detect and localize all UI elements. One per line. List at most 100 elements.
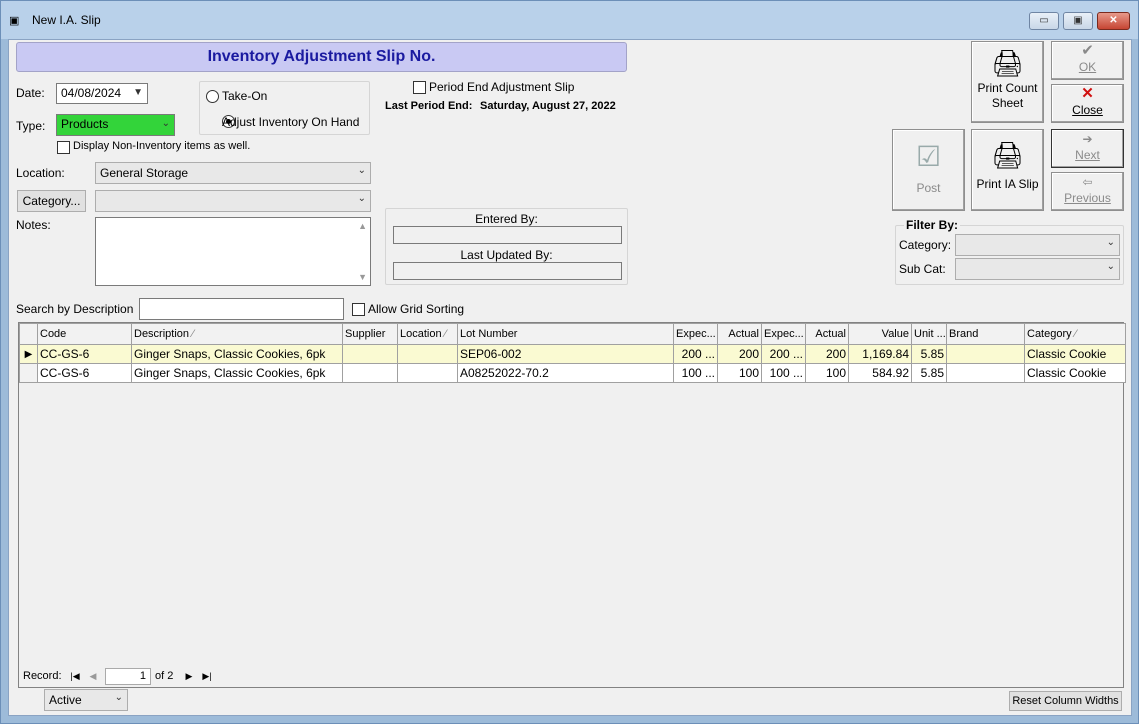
last-updated-by-field <box>393 262 622 280</box>
cell-value[interactable]: 1,169.84 <box>848 344 912 364</box>
first-record-icon[interactable]: |◀ <box>67 669 83 683</box>
clipboard-check-icon: ☑ <box>915 141 942 172</box>
column-header[interactable]: Code <box>37 323 132 345</box>
cell-actual[interactable]: 100 <box>717 363 762 383</box>
allow-grid-sorting-checkbox[interactable] <box>352 303 365 316</box>
filter-subcat-label: Sub Cat: <box>899 262 946 276</box>
column-header[interactable]: Expec... <box>761 323 806 345</box>
previous-button[interactable]: ⇦ Previous <box>1051 172 1124 211</box>
cell-expected-2[interactable]: 200 ... <box>761 344 806 364</box>
minimize-button[interactable]: ▭ <box>1029 12 1059 30</box>
search-input[interactable] <box>139 298 344 320</box>
cell-code[interactable]: CC-GS-6 <box>37 363 132 383</box>
close-button[interactable]: ✕ Close <box>1051 84 1124 123</box>
column-header[interactable]: Location ⁄ <box>397 323 458 345</box>
cell-unit[interactable]: 5.85 <box>911 344 947 364</box>
type-select[interactable]: Products ⌄ <box>56 114 175 136</box>
chevron-down-icon[interactable]: ⌄ <box>115 692 123 703</box>
data-grid[interactable]: Code Description ⁄ Supplier Location ⁄ L… <box>18 322 1126 688</box>
column-header[interactable]: Brand <box>946 323 1025 345</box>
chevron-down-icon[interactable]: ⌄ <box>358 165 366 176</box>
filter-subcat-select[interactable]: ⌄ <box>955 258 1120 280</box>
category-button[interactable]: Category... <box>17 190 86 212</box>
period-end-checkbox[interactable] <box>413 81 426 94</box>
close-window-button[interactable]: ✕ <box>1097 12 1130 30</box>
notes-textarea[interactable]: ▲ ▼ <box>95 217 371 286</box>
column-header[interactable]: Actual <box>805 323 849 345</box>
column-header-text: Location <box>400 328 442 340</box>
cell-description[interactable]: Ginger Snaps, Classic Cookies, 6pk <box>131 344 343 364</box>
cell-expected[interactable]: 200 ... <box>673 344 718 364</box>
entered-by-label: Entered By: <box>475 212 538 226</box>
adjust-inventory-label: Adjust Inventory On Hand <box>222 115 360 129</box>
column-header[interactable]: Category ⁄ <box>1024 323 1126 345</box>
cell-actual[interactable]: 200 <box>717 344 762 364</box>
cell-lot-number[interactable]: SEP06-002 <box>457 344 674 364</box>
cell-actual-2[interactable]: 200 <box>805 344 849 364</box>
filter-category-select[interactable]: ⌄ <box>955 234 1120 256</box>
last-record-icon[interactable]: ▶| <box>199 669 215 683</box>
cell-category[interactable]: Classic Cookie <box>1024 344 1126 364</box>
chevron-down-icon[interactable]: ⌄ <box>1107 237 1115 248</box>
scroll-down-icon[interactable]: ▼ <box>358 270 367 284</box>
next-record-icon[interactable]: ▶ <box>181 669 197 683</box>
cell-expected[interactable]: 100 ... <box>673 363 718 383</box>
cell-supplier[interactable] <box>342 344 398 364</box>
date-field[interactable]: 04/08/2024 ▼ <box>56 83 148 104</box>
chevron-down-icon[interactable]: ⌄ <box>1107 261 1115 272</box>
cell-unit[interactable]: 5.85 <box>911 363 947 383</box>
column-header[interactable]: Supplier <box>342 323 398 345</box>
cell-lot-number[interactable]: A08252022-70.2 <box>457 363 674 383</box>
table-row[interactable]: CC-GS-6 Ginger Snaps, Classic Cookies, 6… <box>19 363 1126 383</box>
prev-record-icon[interactable]: ◀ <box>85 669 101 683</box>
cell-location[interactable] <box>397 344 458 364</box>
period-end-label: Period End Adjustment Slip <box>429 80 575 94</box>
notes-label: Notes: <box>16 218 51 232</box>
title-bar: ▣ New I.A. Slip ▭ ▣ ✕ <box>1 1 1138 39</box>
column-header[interactable]: Actual <box>717 323 762 345</box>
ok-label: OK <box>1078 60 1097 74</box>
dropdown-arrow-icon[interactable]: ▼ <box>133 86 143 100</box>
app-icon: ▣ <box>9 15 20 27</box>
print-ia-slip-button[interactable]: 🖨 Print IA Slip <box>971 129 1044 211</box>
location-select[interactable]: General Storage ⌄ <box>95 162 371 184</box>
next-button[interactable]: ➔ Next <box>1051 129 1124 168</box>
chevron-down-icon[interactable]: ⌄ <box>358 193 366 204</box>
chevron-down-icon[interactable]: ⌄ <box>162 117 170 131</box>
ok-button[interactable]: ✔ OK <box>1051 41 1124 80</box>
cell-code[interactable]: CC-GS-6 <box>37 344 132 364</box>
post-button[interactable]: ☑ Post <box>892 129 965 211</box>
record-number-input[interactable]: 1 <box>105 668 151 685</box>
column-header[interactable]: Lot Number <box>457 323 674 345</box>
print-count-sheet-button[interactable]: 🖨 Print Count Sheet <box>971 41 1044 123</box>
next-label: Next <box>1075 148 1100 162</box>
checkmark-icon: ✔ <box>1081 42 1094 59</box>
maximize-button[interactable]: ▣ <box>1063 12 1093 30</box>
cell-brand[interactable] <box>946 363 1025 383</box>
cell-actual-2[interactable]: 100 <box>805 363 849 383</box>
category-select[interactable]: ⌄ <box>95 190 371 212</box>
cell-location[interactable] <box>397 363 458 383</box>
allow-grid-sorting-label: Allow Grid Sorting <box>368 302 465 316</box>
reset-column-widths-button[interactable]: Reset Column Widths <box>1009 691 1122 711</box>
print-count-sheet-label: Print Count Sheet <box>977 81 1038 110</box>
cell-supplier[interactable] <box>342 363 398 383</box>
cell-value[interactable]: 584.92 <box>848 363 912 383</box>
table-row[interactable]: ▶ CC-GS-6 Ginger Snaps, Classic Cookies,… <box>19 344 1126 364</box>
cell-category[interactable]: Classic Cookie <box>1024 363 1126 383</box>
column-header[interactable]: Value <box>848 323 912 345</box>
display-non-inventory-label: Display Non-Inventory items as well. <box>73 140 251 152</box>
sort-icon: ⁄ <box>444 328 447 340</box>
column-header[interactable]: Description ⁄ <box>131 323 343 345</box>
cell-expected-2[interactable]: 100 ... <box>761 363 806 383</box>
take-on-label: Take-On <box>222 89 268 103</box>
date-label: Date: <box>16 86 45 100</box>
status-select[interactable]: Active ⌄ <box>44 689 128 711</box>
column-header[interactable]: Unit ... <box>911 323 947 345</box>
scroll-up-icon[interactable]: ▲ <box>358 219 367 233</box>
take-on-radio[interactable] <box>206 90 219 103</box>
display-non-inventory-checkbox[interactable] <box>57 141 70 154</box>
cell-brand[interactable] <box>946 344 1025 364</box>
column-header[interactable]: Expec... <box>673 323 718 345</box>
cell-description[interactable]: Ginger Snaps, Classic Cookies, 6pk <box>131 363 343 383</box>
